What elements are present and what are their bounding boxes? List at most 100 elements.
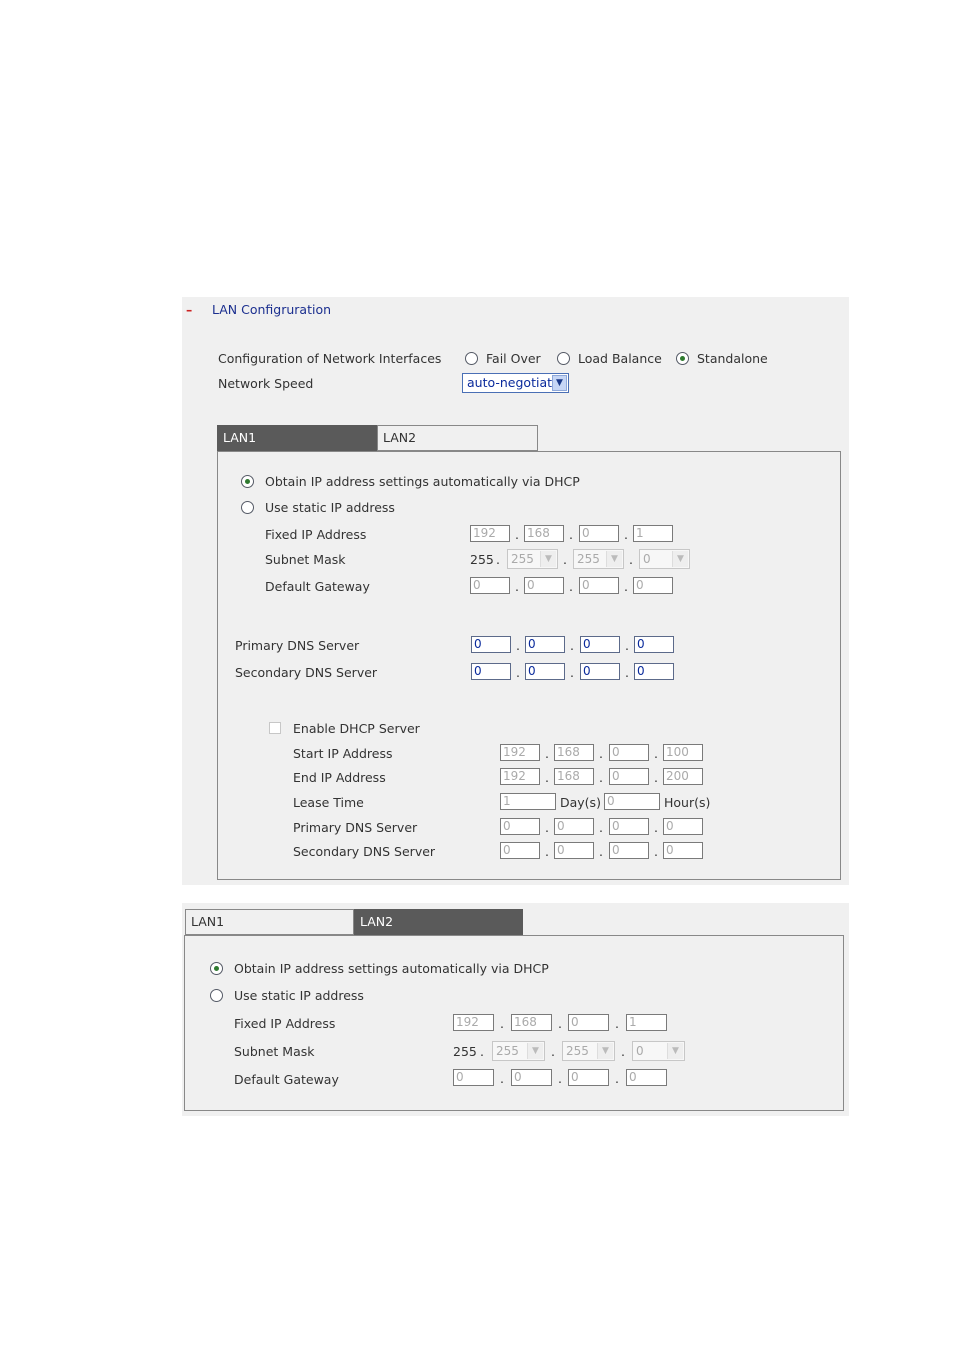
- standalone-radio[interactable]: [676, 352, 689, 365]
- fail-over-label: Fail Over: [486, 351, 541, 366]
- lan1-gateway-2[interactable]: 0: [524, 577, 564, 594]
- lan1-subnet-select-1[interactable]: 255 ▼: [507, 549, 558, 569]
- end-ip-2[interactable]: 168: [554, 768, 594, 785]
- lan2-subnet-select-3[interactable]: 0 ▼: [632, 1041, 685, 1061]
- lan2-dhcp-radio[interactable]: [210, 962, 223, 975]
- ip-dot: .: [496, 552, 500, 567]
- lan1-dhcp-radio[interactable]: [241, 475, 254, 488]
- lan1-fixed-ip-label: Fixed IP Address: [265, 527, 367, 542]
- lease-hours-unit: Hour(s): [664, 795, 711, 810]
- lan2-subnet-select-2[interactable]: 255 ▼: [562, 1041, 615, 1061]
- primary-dns-label: Primary DNS Server: [235, 638, 360, 653]
- ip-dot: .: [625, 638, 629, 653]
- ip-dot: .: [624, 527, 628, 542]
- ip-dot: .: [654, 844, 658, 859]
- chevron-down-icon: ▼: [606, 551, 622, 567]
- ip-dot: .: [558, 1071, 562, 1086]
- network-speed-select[interactable]: auto-negotiat ▼: [462, 373, 569, 393]
- load-balance-radio[interactable]: [557, 352, 570, 365]
- ip-dot: .: [551, 1044, 555, 1059]
- lan2-static-radio[interactable]: [210, 989, 223, 1002]
- dhcp-secondary-dns-2[interactable]: 0: [554, 842, 594, 859]
- section-title: LAN Configruration: [212, 302, 332, 317]
- lan1-subnet-select-3[interactable]: 0 ▼: [639, 549, 690, 569]
- lan1-fixed-ip-1[interactable]: 192: [470, 525, 510, 542]
- secondary-dns-2[interactable]: 0: [525, 663, 565, 680]
- ip-dot: .: [625, 665, 629, 680]
- lan2-gateway-3[interactable]: 0: [568, 1069, 609, 1086]
- lan1-gateway-4[interactable]: 0: [633, 577, 673, 594]
- lan2-gateway-1[interactable]: 0: [453, 1069, 494, 1086]
- tab-lan2[interactable]: LAN2: [377, 425, 538, 451]
- lan2-subnet-select-1[interactable]: 255 ▼: [492, 1041, 545, 1061]
- tab-lan1[interactable]: LAN1: [217, 425, 377, 451]
- primary-dns-1[interactable]: 0: [471, 636, 511, 653]
- start-ip-3[interactable]: 0: [609, 744, 649, 761]
- secondary-dns-label: Secondary DNS Server: [235, 665, 378, 680]
- lan1-fixed-ip-2[interactable]: 168: [524, 525, 564, 542]
- ip-dot: .: [615, 1016, 619, 1031]
- interfaces-label: Configuration of Network Interfaces: [218, 351, 442, 366]
- ip-dot: .: [515, 579, 519, 594]
- ip-dot: .: [599, 844, 603, 859]
- end-ip-4[interactable]: 200: [663, 768, 703, 785]
- dhcp-secondary-dns-3[interactable]: 0: [609, 842, 649, 859]
- secondary-dns-4[interactable]: 0: [634, 663, 674, 680]
- fail-over-radio[interactable]: [465, 352, 478, 365]
- ip-dot: .: [516, 665, 520, 680]
- ip-dot: .: [516, 638, 520, 653]
- ip-dot: .: [599, 746, 603, 761]
- start-ip-4[interactable]: 100: [663, 744, 703, 761]
- dhcp-primary-dns-2[interactable]: 0: [554, 818, 594, 835]
- lan1-fixed-ip-3[interactable]: 0: [579, 525, 619, 542]
- ip-dot: .: [545, 746, 549, 761]
- ip-dot: .: [654, 746, 658, 761]
- secondary-dns-3[interactable]: 0: [580, 663, 620, 680]
- start-ip-2[interactable]: 168: [554, 744, 594, 761]
- lan1-gateway-1[interactable]: 0: [470, 577, 510, 594]
- collapse-icon[interactable]: –: [186, 302, 192, 318]
- secondary-dns-1[interactable]: 0: [471, 663, 511, 680]
- lan2-fixed-ip-2[interactable]: 168: [511, 1014, 552, 1031]
- chevron-down-icon: ▼: [527, 1043, 543, 1059]
- primary-dns-2[interactable]: 0: [525, 636, 565, 653]
- ip-dot: .: [570, 665, 574, 680]
- dhcp-secondary-dns-4[interactable]: 0: [663, 842, 703, 859]
- ip-dot: .: [615, 1071, 619, 1086]
- end-ip-1[interactable]: 192: [500, 768, 540, 785]
- ip-dot: .: [545, 844, 549, 859]
- lan1-subnet-value-2: 255: [577, 552, 600, 566]
- lan1-static-radio[interactable]: [241, 501, 254, 514]
- lan2-dhcp-label: Obtain IP address settings automatically…: [234, 961, 549, 976]
- primary-dns-4[interactable]: 0: [634, 636, 674, 653]
- dhcp-secondary-dns-label: Secondary DNS Server: [293, 844, 436, 859]
- dhcp-primary-dns-1[interactable]: 0: [500, 818, 540, 835]
- ip-dot: .: [500, 1071, 504, 1086]
- lan1-fixed-ip-4[interactable]: 1: [633, 525, 673, 542]
- lan1-subnet-select-2[interactable]: 255 ▼: [573, 549, 624, 569]
- start-ip-label: Start IP Address: [293, 746, 393, 761]
- lan2-gateway-2[interactable]: 0: [511, 1069, 552, 1086]
- end-ip-3[interactable]: 0: [609, 768, 649, 785]
- ip-dot: .: [545, 820, 549, 835]
- ip-dot: .: [569, 527, 573, 542]
- chevron-down-icon: ▼: [540, 551, 556, 567]
- dhcp-secondary-dns-1[interactable]: 0: [500, 842, 540, 859]
- lease-time-label: Lease Time: [293, 795, 364, 810]
- lan2-fixed-ip-4[interactable]: 1: [626, 1014, 667, 1031]
- start-ip-1[interactable]: 192: [500, 744, 540, 761]
- tab-lan1[interactable]: LAN1: [185, 909, 354, 935]
- lan2-fixed-ip-3[interactable]: 0: [568, 1014, 609, 1031]
- lan2-gateway-4[interactable]: 0: [626, 1069, 667, 1086]
- lease-hours-input[interactable]: 0: [604, 793, 660, 810]
- dhcp-primary-dns-4[interactable]: 0: [663, 818, 703, 835]
- ip-dot: .: [624, 579, 628, 594]
- enable-dhcp-checkbox[interactable]: [269, 722, 281, 734]
- tab-lan2[interactable]: LAN2: [354, 909, 523, 935]
- primary-dns-3[interactable]: 0: [580, 636, 620, 653]
- lease-days-unit: Day(s): [560, 795, 601, 810]
- lease-days-input[interactable]: 1: [500, 793, 556, 810]
- lan2-fixed-ip-1[interactable]: 192: [453, 1014, 494, 1031]
- lan1-gateway-3[interactable]: 0: [579, 577, 619, 594]
- dhcp-primary-dns-3[interactable]: 0: [609, 818, 649, 835]
